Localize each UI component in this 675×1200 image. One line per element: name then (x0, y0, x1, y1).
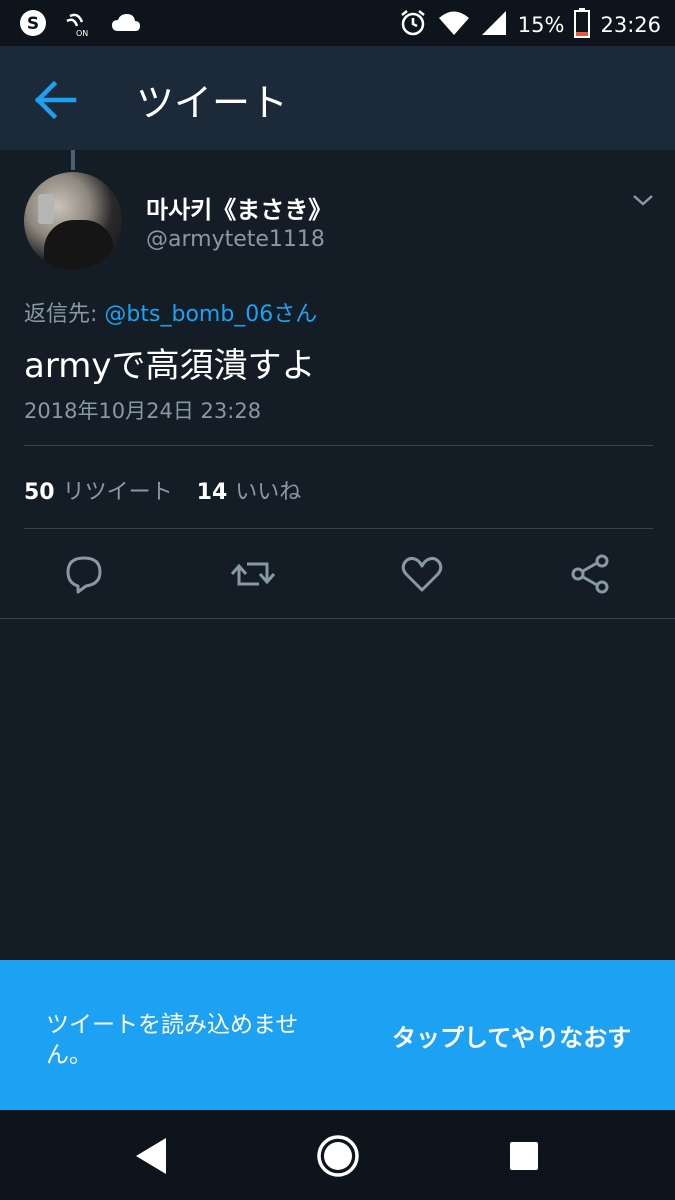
tweet-timestamp: 2018年10月24日 23:28 (24, 399, 262, 423)
page-title: ツイート (136, 81, 289, 125)
user-handle[interactable]: @armytete1118 (146, 227, 325, 252)
clock: 23:26 (600, 13, 661, 37)
tweet-stats: 50 リツイート 14 いいね (24, 474, 301, 506)
retweet-label: リツイート (62, 480, 173, 505)
square-recents-icon (510, 1142, 538, 1170)
circle-home-icon (317, 1135, 359, 1177)
reply-icon (66, 556, 102, 594)
arrow-left-icon (34, 80, 77, 120)
divider (24, 528, 653, 529)
battery-percent: 15% (517, 13, 565, 37)
battery-icon (574, 8, 591, 42)
alarm-icon (398, 8, 428, 42)
avatar[interactable] (24, 172, 122, 270)
error-snackbar: ツイートを読み込めません。 タップしてやりなおす (0, 960, 675, 1110)
reply-prefix: 返信先: (24, 302, 98, 327)
reply-to: 返信先: @bts_bomb_06さん (24, 296, 317, 328)
nav-back-button[interactable] (128, 1132, 176, 1180)
skype-icon: S (18, 8, 48, 42)
retry-button[interactable]: タップしてやりなおす (392, 1018, 631, 1053)
reply-mention-link[interactable]: @bts_bomb_06さん (104, 302, 317, 327)
like-button[interactable] (396, 548, 448, 600)
nfc-icon: ON (64, 8, 94, 42)
app-bar: ツイート (0, 46, 675, 150)
retweet-button[interactable] (227, 548, 279, 600)
share-icon (571, 554, 609, 594)
like-stat[interactable]: 14 いいね (197, 474, 302, 506)
nav-recents-button[interactable] (500, 1132, 548, 1180)
like-icon (401, 556, 443, 592)
divider (24, 445, 653, 446)
status-bar: S ON 15% 23:26 (0, 0, 675, 46)
svg-text:S: S (27, 14, 39, 34)
retweet-icon (230, 562, 276, 586)
wifi-icon (438, 9, 470, 41)
svg-text:ON: ON (76, 29, 88, 38)
back-button[interactable] (30, 76, 82, 124)
retweet-stat[interactable]: 50 リツイート (24, 474, 173, 506)
triangle-back-icon (136, 1138, 166, 1174)
tweet-text: armyで高須潰すよ (24, 346, 316, 386)
share-button[interactable] (564, 548, 616, 600)
tweet-menu-button[interactable] (630, 190, 656, 210)
like-label: いいね (235, 480, 302, 505)
snackbar-message: ツイートを読み込めません。 (46, 1012, 299, 1068)
system-nav-bar (0, 1110, 675, 1200)
divider (0, 618, 675, 619)
like-count: 14 (196, 480, 228, 505)
display-name[interactable]: 마사키《まさき》 (146, 190, 332, 225)
retweet-count: 50 (24, 480, 55, 505)
thread-line (71, 150, 75, 170)
cloud-icon (110, 11, 142, 39)
nav-home-button[interactable] (314, 1132, 362, 1180)
reply-button[interactable] (58, 548, 110, 600)
chevron-down-icon (633, 195, 653, 206)
tweet-actions (0, 548, 675, 600)
signal-icon (480, 9, 508, 41)
